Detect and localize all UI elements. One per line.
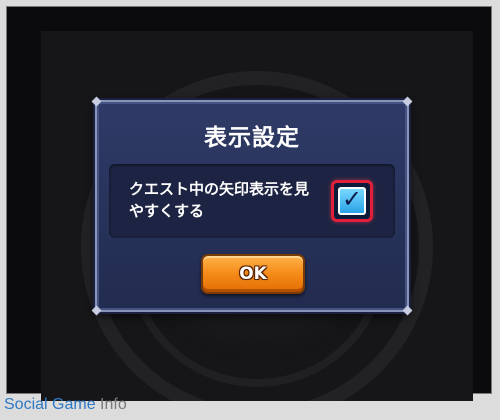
ok-button-label: OK: [239, 264, 267, 284]
checkmark-icon: ✓: [341, 185, 363, 213]
option-label: クエスト中の矢印表示を見やすくする: [129, 180, 310, 220]
display-settings-dialog: 表示設定 クエスト中の矢印表示を見やすくする ✓ OK: [91, 96, 413, 316]
watermark: Social Game Info: [4, 396, 127, 414]
watermark-brand: Social Game: [4, 396, 101, 413]
watermark-suffix: Info: [100, 396, 127, 413]
arrow-display-option-row: クエスト中の矢印表示を見やすくする ✓: [109, 164, 395, 238]
arrow-display-checkbox[interactable]: ✓: [338, 185, 366, 215]
ok-button[interactable]: OK: [201, 254, 305, 294]
checkbox-highlight[interactable]: ✓: [331, 180, 373, 222]
screenshot-frame: 表示設定 クエスト中の矢印表示を見やすくする ✓ OK Social Game …: [0, 0, 500, 420]
dialog-title: 表示設定: [204, 125, 300, 151]
